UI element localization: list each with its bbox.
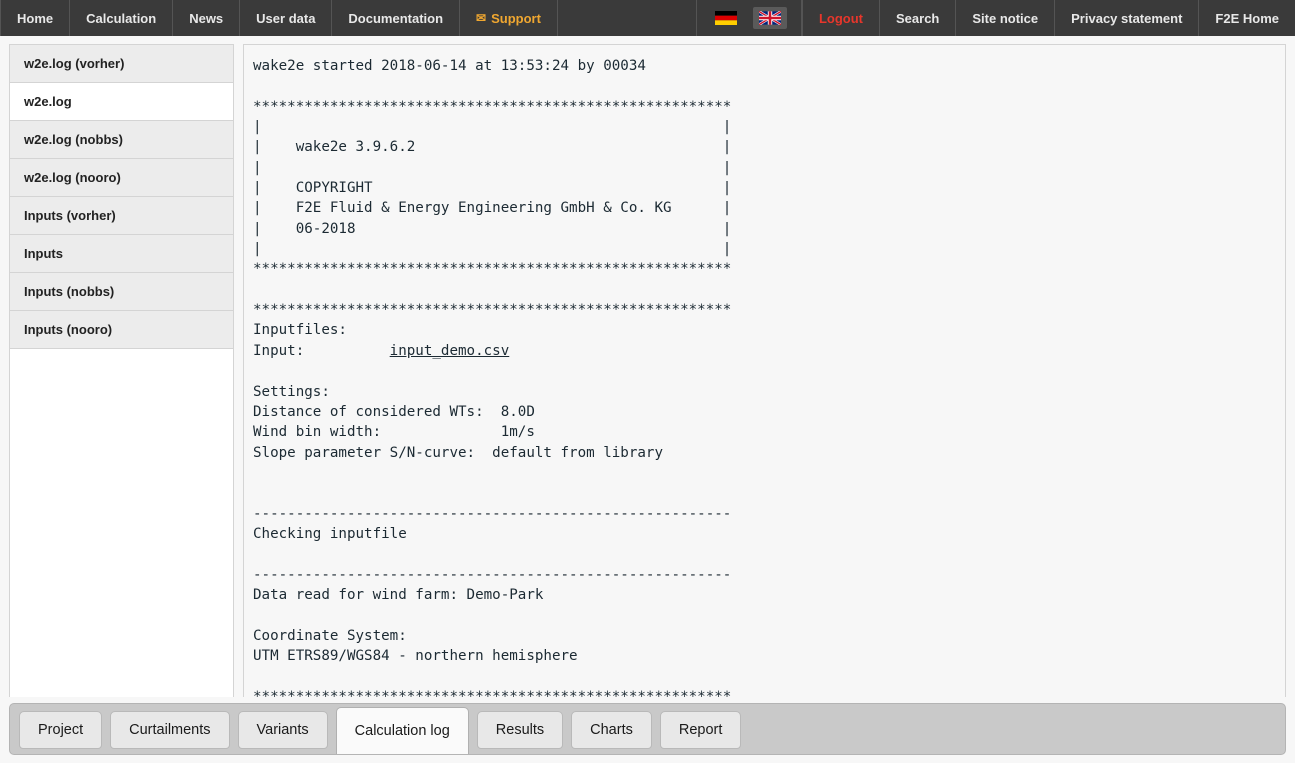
- tab-results[interactable]: Results: [477, 711, 563, 749]
- nav-logout[interactable]: Logout: [802, 0, 880, 36]
- sidebar-item-label: w2e.log (nooro): [24, 170, 121, 185]
- input-file-link[interactable]: input_demo.csv: [390, 343, 510, 359]
- tab-charts[interactable]: Charts: [571, 711, 652, 749]
- language-switcher: [697, 0, 802, 36]
- sidebar-item-label: w2e.log (nobbs): [24, 132, 123, 147]
- nav-logout-label: Logout: [819, 11, 863, 26]
- tab-project[interactable]: Project: [19, 711, 102, 749]
- nav-support[interactable]: ✉ Support: [460, 0, 558, 36]
- tab-calculation-log[interactable]: Calculation log: [336, 707, 469, 754]
- envelope-icon: ✉: [476, 12, 486, 24]
- tab-variants[interactable]: Variants: [238, 711, 328, 749]
- nav-site-notice-label: Site notice: [972, 11, 1038, 26]
- tab-calculation-log-label: Calculation log: [355, 723, 450, 739]
- tab-report-label: Report: [679, 722, 723, 738]
- nav-news[interactable]: News: [173, 0, 240, 36]
- sidebar-item-label: Inputs (nobbs): [24, 284, 114, 299]
- top-navbar: Home Calculation News User data Documentatio…: [0, 0, 1295, 36]
- navbar-spacer: [558, 0, 697, 36]
- nav-privacy-statement-label: Privacy statement: [1071, 11, 1182, 26]
- sidebar-item-inputs-vorher[interactable]: Inputs (vorher): [10, 197, 233, 235]
- nav-privacy-statement[interactable]: Privacy statement: [1055, 0, 1199, 36]
- nav-documentation-label: Documentation: [348, 11, 443, 26]
- sidebar-item-inputs[interactable]: Inputs: [10, 235, 233, 273]
- sidebar-item-inputs-nobbs[interactable]: Inputs (nobbs): [10, 273, 233, 311]
- tab-report[interactable]: Report: [660, 711, 742, 749]
- log-file-sidebar: w2e.log (vorher) w2e.log w2e.log (nobbs) w2…: [9, 44, 234, 697]
- tab-project-label: Project: [38, 722, 83, 738]
- bottom-tab-bar: Project Curtailments Variants Calculation l…: [9, 703, 1286, 755]
- sidebar-item-inputs-nooro[interactable]: Inputs (nooro): [10, 311, 233, 349]
- nav-f2e-home-label: F2E Home: [1215, 11, 1279, 26]
- nav-search[interactable]: Search: [880, 0, 956, 36]
- sidebar-item-label: w2e.log (vorher): [24, 56, 124, 71]
- log-body-part1: wake2e started 2018-06-14 at 13:53:24 by…: [253, 58, 731, 359]
- nav-support-label: Support: [491, 11, 541, 26]
- sidebar-item-label: Inputs (vorher): [24, 208, 116, 223]
- tab-curtailments[interactable]: Curtailments: [110, 711, 229, 749]
- sidebar-item-w2e-log[interactable]: w2e.log: [10, 83, 233, 121]
- nav-home[interactable]: Home: [0, 0, 70, 36]
- sidebar-item-label: w2e.log: [24, 94, 72, 109]
- sidebar-item-label: Inputs: [24, 246, 63, 261]
- tab-results-label: Results: [496, 722, 544, 738]
- tab-curtailments-label: Curtailments: [129, 722, 210, 738]
- nav-user-data[interactable]: User data: [240, 0, 332, 36]
- main-content: w2e.log (vorher) w2e.log w2e.log (nobbs) w2…: [0, 36, 1295, 697]
- german-flag-icon: [715, 11, 737, 25]
- sidebar-item-w2e-log-nobbs[interactable]: w2e.log (nobbs): [10, 121, 233, 159]
- sidebar-item-w2e-log-vorher[interactable]: w2e.log (vorher): [10, 45, 233, 83]
- nav-calculation-label: Calculation: [86, 11, 156, 26]
- nav-site-notice[interactable]: Site notice: [956, 0, 1055, 36]
- calculation-log-panel[interactable]: wake2e started 2018-06-14 at 13:53:24 by…: [243, 44, 1286, 697]
- sidebar-item-label: Inputs (nooro): [24, 322, 112, 337]
- nav-f2e-home[interactable]: F2E Home: [1199, 0, 1295, 36]
- flag-en-button[interactable]: [753, 7, 787, 29]
- flag-de-button[interactable]: [709, 7, 743, 29]
- uk-flag-icon: [759, 11, 781, 25]
- nav-news-label: News: [189, 11, 223, 26]
- calculation-log-text: wake2e started 2018-06-14 at 13:53:24 by…: [244, 45, 1285, 697]
- nav-home-label: Home: [17, 11, 53, 26]
- nav-user-data-label: User data: [256, 11, 315, 26]
- nav-documentation[interactable]: Documentation: [332, 0, 460, 36]
- nav-search-label: Search: [896, 11, 939, 26]
- nav-calculation[interactable]: Calculation: [70, 0, 173, 36]
- tab-variants-label: Variants: [257, 722, 309, 738]
- log-body-part2: Settings: Distance of considered WTs: 8.…: [253, 384, 731, 698]
- sidebar-item-w2e-log-nooro[interactable]: w2e.log (nooro): [10, 159, 233, 197]
- tab-charts-label: Charts: [590, 722, 633, 738]
